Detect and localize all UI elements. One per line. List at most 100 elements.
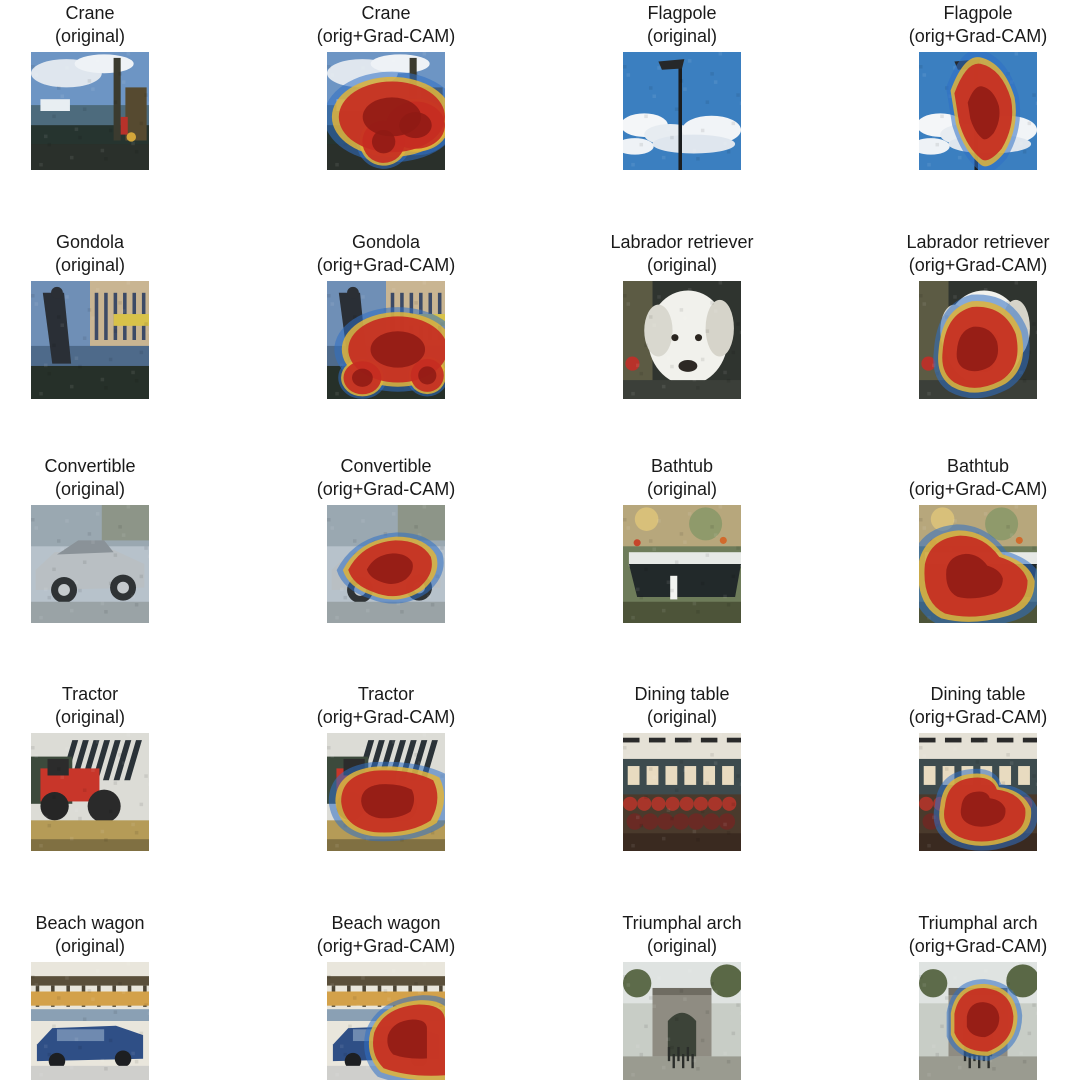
gradcam-image bbox=[327, 281, 445, 399]
gradcam-image bbox=[919, 733, 1037, 851]
panel: Convertible (orig+Grad-CAM) bbox=[266, 453, 506, 633]
original-image bbox=[31, 733, 149, 851]
panel-caption: (original) bbox=[54, 936, 126, 956]
panel: Triumphal arch (original) bbox=[562, 910, 802, 1090]
class-label: Flagpole bbox=[647, 3, 717, 23]
panel-caption: (orig+Grad-CAM) bbox=[316, 255, 456, 275]
original-image bbox=[31, 281, 149, 399]
original-image bbox=[623, 962, 741, 1080]
scene-canal bbox=[31, 281, 149, 399]
original-image bbox=[31, 52, 149, 170]
panel: Crane (orig+Grad-CAM) bbox=[266, 0, 506, 180]
gradcam-image bbox=[919, 52, 1037, 170]
panel-caption: (orig+Grad-CAM) bbox=[316, 707, 456, 727]
panel-caption: (original) bbox=[54, 26, 126, 46]
class-label: Triumphal arch bbox=[622, 913, 742, 933]
gradcam-image bbox=[919, 505, 1037, 623]
panel: Flagpole (original) bbox=[562, 0, 802, 180]
panel-caption: (orig+Grad-CAM) bbox=[908, 26, 1048, 46]
panel-caption: (original) bbox=[54, 479, 126, 499]
panel-title: Triumphal arch (orig+Grad-CAM) bbox=[858, 912, 1092, 958]
panel-caption: (original) bbox=[646, 479, 718, 499]
panel-caption: (original) bbox=[54, 707, 126, 727]
panel-title: Convertible (orig+Grad-CAM) bbox=[266, 455, 506, 501]
panel-caption: (orig+Grad-CAM) bbox=[908, 255, 1048, 275]
panel: Crane (original) bbox=[0, 0, 210, 180]
class-label: Crane bbox=[65, 3, 115, 23]
class-label: Dining table bbox=[930, 684, 1026, 704]
original-image bbox=[31, 505, 149, 623]
gradcam-heatmap bbox=[933, 294, 1030, 399]
class-label: Crane bbox=[361, 3, 411, 23]
scene-tractor bbox=[31, 733, 149, 851]
panel: Dining table (original) bbox=[562, 681, 802, 861]
panel-title: Dining table (orig+Grad-CAM) bbox=[858, 683, 1092, 729]
panel-title: Crane (orig+Grad-CAM) bbox=[266, 2, 506, 48]
class-label: Tractor bbox=[61, 684, 119, 704]
panel-title: Crane (original) bbox=[0, 2, 210, 48]
panel: Convertible (original) bbox=[0, 453, 210, 633]
panel-title: Bathtub (original) bbox=[562, 455, 802, 501]
panel: Tractor (original) bbox=[0, 681, 210, 861]
scene-harbor bbox=[31, 52, 149, 170]
class-label: Flagpole bbox=[943, 3, 1013, 23]
class-label: Labrador retriever bbox=[610, 232, 754, 252]
gradcam-heatmap bbox=[328, 761, 445, 842]
panel: Dining table (orig+Grad-CAM) bbox=[858, 681, 1092, 861]
class-label: Bathtub bbox=[650, 456, 714, 476]
panel-title: Beach wagon (original) bbox=[0, 912, 210, 958]
panel-title: Beach wagon (orig+Grad-CAM) bbox=[266, 912, 506, 958]
panel: Gondola (orig+Grad-CAM) bbox=[266, 229, 506, 409]
class-label: Bathtub bbox=[946, 456, 1010, 476]
panel-title: Flagpole (original) bbox=[562, 2, 802, 48]
panel-title: Bathtub (orig+Grad-CAM) bbox=[858, 455, 1092, 501]
figure-grid: Crane (original) Crane (orig+Grad-CAM) Flagp… bbox=[0, 0, 1092, 1092]
panel-title: Tractor (original) bbox=[0, 683, 210, 729]
panel: Flagpole (orig+Grad-CAM) bbox=[858, 0, 1092, 180]
original-image bbox=[623, 52, 741, 170]
gradcam-image bbox=[327, 733, 445, 851]
panel-title: Dining table (original) bbox=[562, 683, 802, 729]
panel-caption: (orig+Grad-CAM) bbox=[908, 936, 1048, 956]
class-label: Dining table bbox=[634, 684, 730, 704]
panel-title: Tractor (orig+Grad-CAM) bbox=[266, 683, 506, 729]
panel-title: Labrador retriever (orig+Grad-CAM) bbox=[858, 231, 1092, 277]
class-label: Beach wagon bbox=[331, 913, 441, 933]
class-label: Beach wagon bbox=[35, 913, 145, 933]
scene-arch bbox=[623, 962, 741, 1080]
panel-caption: (original) bbox=[646, 707, 718, 727]
panel-title: Flagpole (orig+Grad-CAM) bbox=[858, 2, 1092, 48]
scene-sky bbox=[623, 52, 741, 170]
panel-caption: (orig+Grad-CAM) bbox=[316, 479, 456, 499]
panel: Labrador retriever (orig+Grad-CAM) bbox=[858, 229, 1092, 409]
class-label: Gondola bbox=[55, 232, 125, 252]
original-image bbox=[623, 733, 741, 851]
panel-title: Gondola (original) bbox=[0, 231, 210, 277]
scene-car bbox=[31, 505, 149, 623]
panel-title: Convertible (original) bbox=[0, 455, 210, 501]
scene-wagon bbox=[31, 962, 149, 1080]
panel-title: Gondola (orig+Grad-CAM) bbox=[266, 231, 506, 277]
panel-caption: (orig+Grad-CAM) bbox=[908, 479, 1048, 499]
scene-bath bbox=[623, 505, 741, 623]
gradcam-image bbox=[327, 505, 445, 623]
original-image bbox=[31, 962, 149, 1080]
panel: Tractor (orig+Grad-CAM) bbox=[266, 681, 506, 861]
class-label: Triumphal arch bbox=[918, 913, 1038, 933]
panel-caption: (original) bbox=[646, 255, 718, 275]
gradcam-image bbox=[919, 281, 1037, 399]
panel: Bathtub (orig+Grad-CAM) bbox=[858, 453, 1092, 633]
gradcam-image bbox=[327, 962, 445, 1080]
original-image bbox=[623, 505, 741, 623]
panel: Beach wagon (orig+Grad-CAM) bbox=[266, 910, 506, 1090]
class-label: Convertible bbox=[44, 456, 136, 476]
panel-caption: (orig+Grad-CAM) bbox=[316, 936, 456, 956]
gradcam-image bbox=[327, 52, 445, 170]
panel-title: Triumphal arch (original) bbox=[562, 912, 802, 958]
class-label: Tractor bbox=[357, 684, 415, 704]
class-label: Labrador retriever bbox=[906, 232, 1050, 252]
panel-caption: (orig+Grad-CAM) bbox=[908, 707, 1048, 727]
class-label: Gondola bbox=[351, 232, 421, 252]
panel: Labrador retriever (original) bbox=[562, 229, 802, 409]
scene-dining bbox=[623, 733, 741, 851]
